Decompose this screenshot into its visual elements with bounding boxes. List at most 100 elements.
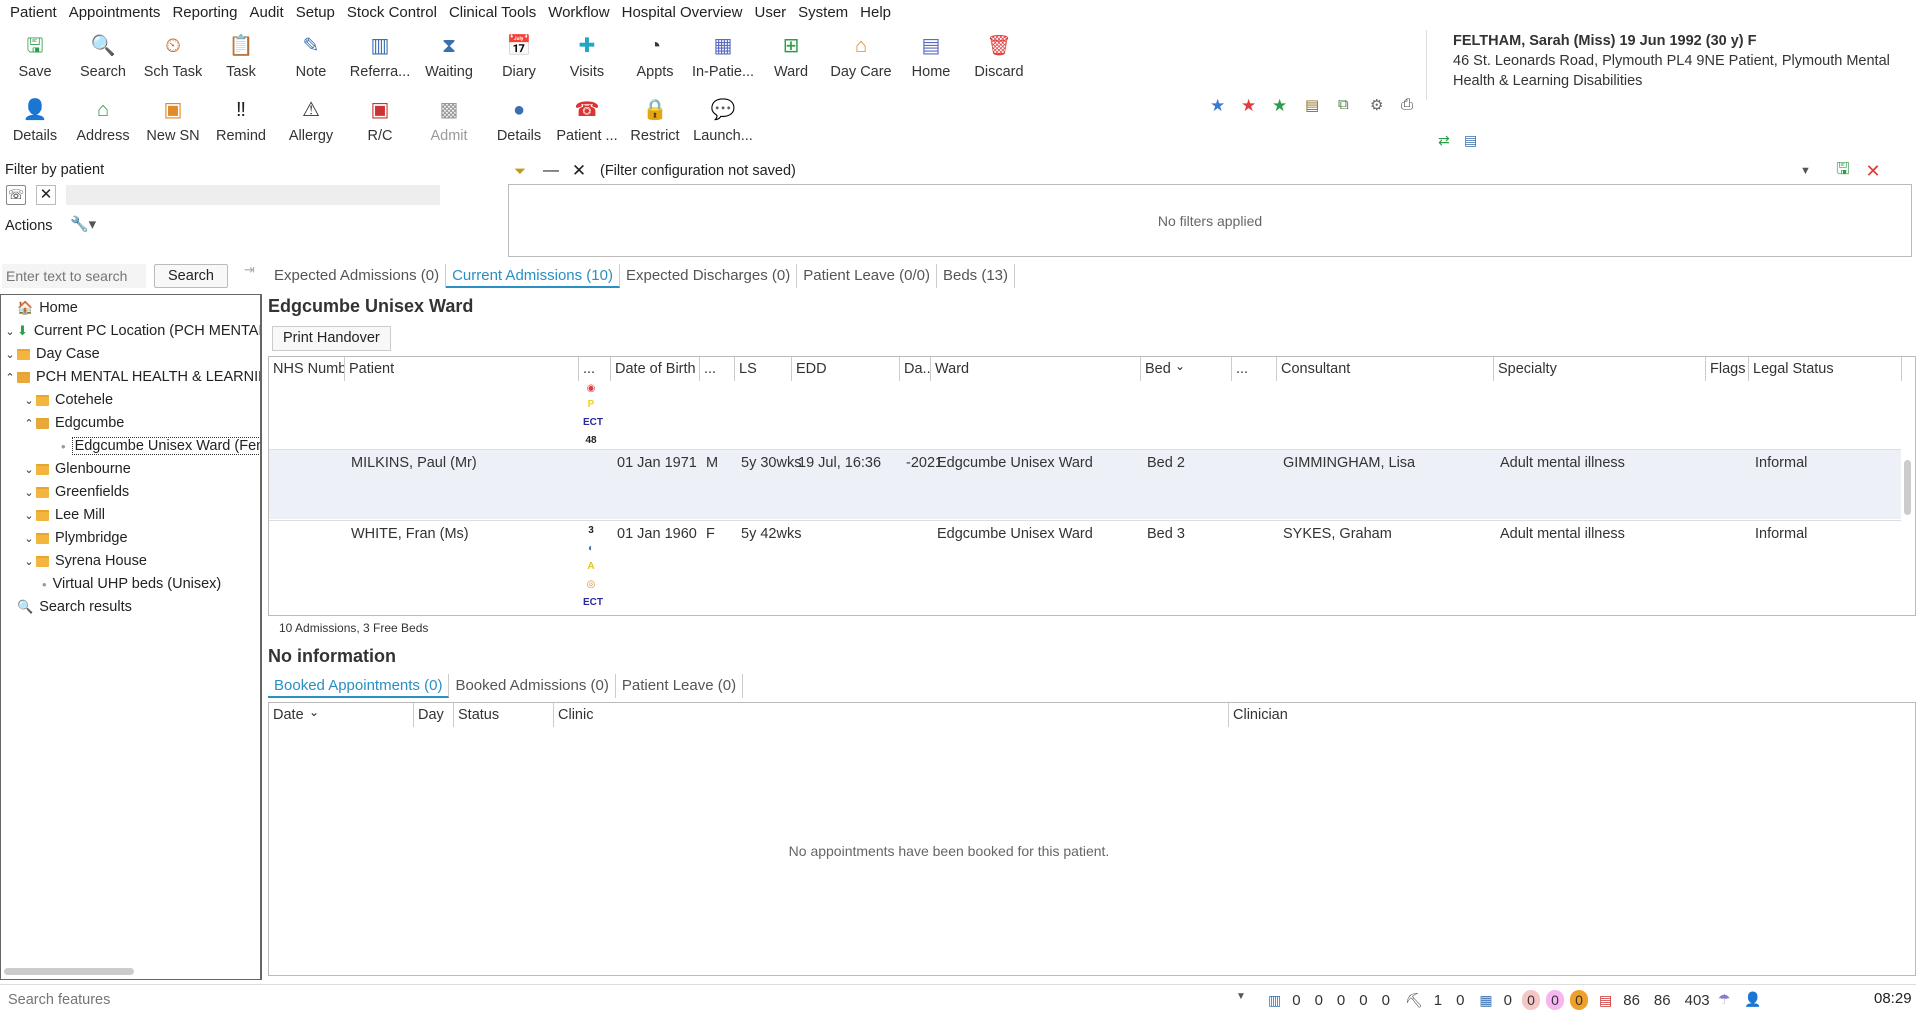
day-care-button[interactable]: ⌂ Day Care bbox=[828, 32, 894, 88]
chevron-down-icon[interactable]: ▼ bbox=[1236, 991, 1246, 1002]
tree-item[interactable]: ⌄ Syrena House bbox=[22, 550, 147, 572]
tree-item[interactable]: 🏠 Home bbox=[3, 297, 78, 319]
menu-hospital-overview[interactable]: Hospital Overview bbox=[616, 4, 749, 21]
tree-item[interactable]: ⌄ Day Case bbox=[3, 343, 99, 365]
chevron-down-icon[interactable]: ⌄ bbox=[3, 325, 17, 338]
tree-item[interactable]: ⌄⬇ Current PC Location (PCH MENTAL HEALTH… bbox=[3, 320, 260, 342]
in-patie-button[interactable]: ▦ In-Patie... bbox=[690, 32, 756, 88]
column-header[interactable]: ... bbox=[700, 357, 735, 381]
column-header[interactable]: Date bbox=[269, 703, 414, 727]
chevron-down-icon[interactable]: ⌄ bbox=[22, 486, 36, 499]
clear-patient-icon[interactable]: ✕ bbox=[36, 185, 56, 205]
chevron-down-icon[interactable]: ⌄ bbox=[22, 555, 36, 568]
chevron-down-icon[interactable]: ⌄ bbox=[22, 394, 36, 407]
chevron-down-icon[interactable]: ▼ bbox=[1800, 165, 1828, 177]
menu-appointments[interactable]: Appointments bbox=[63, 4, 167, 21]
remind-row2-button[interactable]: ‼ Remind bbox=[208, 96, 274, 152]
menu-stock-control[interactable]: Stock Control bbox=[341, 4, 443, 21]
diary-button[interactable]: 📅 Diary bbox=[486, 32, 552, 88]
tab-booked-admissions[interactable]: Booked Admissions (0) bbox=[449, 674, 616, 698]
note-button[interactable]: ✎ Note bbox=[278, 32, 344, 88]
chevron-down-icon[interactable]: ⌄ bbox=[22, 463, 36, 476]
copy-icon[interactable]: ⧉ bbox=[1338, 96, 1349, 113]
weather-icon[interactable]: ☂ bbox=[1718, 991, 1731, 1008]
chevron-down-icon[interactable]: ⌄ bbox=[22, 509, 36, 522]
chevron-up-icon[interactable]: ⌃ bbox=[3, 371, 17, 384]
column-header[interactable]: Bed bbox=[1141, 357, 1232, 381]
tree-item[interactable]: ⌄ Plymbridge bbox=[22, 527, 127, 549]
tab-expected-admissions[interactable]: Expected Admissions (0) bbox=[268, 264, 447, 288]
save-filter-icon[interactable]: 🖫 bbox=[1828, 158, 1858, 185]
tab-booked-appointments[interactable]: Booked Appointments (0) bbox=[268, 674, 450, 698]
star-blue-icon[interactable]: ★ bbox=[1210, 96, 1225, 116]
details-row2-button[interactable]: ● Details bbox=[486, 96, 552, 152]
menu-patient[interactable]: Patient bbox=[4, 4, 63, 21]
tree-item[interactable]: ⌄ Glenbourne bbox=[22, 458, 130, 480]
r-c-row2-button[interactable]: ▣ R/C bbox=[347, 96, 413, 152]
search-features-input[interactable] bbox=[2, 989, 1250, 1011]
filter-config-text[interactable]: (Filter configuration not saved) bbox=[600, 163, 1800, 179]
tree-item[interactable]: • Virtual UHP beds (Unisex) bbox=[22, 573, 221, 595]
chart-icon[interactable]: ▥ bbox=[1268, 992, 1281, 1009]
tree-item[interactable]: ⌃ Edgcumbe bbox=[22, 412, 124, 434]
column-header[interactable]: Clinician bbox=[1229, 703, 1915, 727]
close-filter-icon[interactable]: ✕ bbox=[566, 161, 592, 181]
tree-item[interactable]: • Edgcumbe Unisex Ward (Female) bbox=[41, 435, 260, 457]
column-header[interactable]: EDD bbox=[792, 357, 900, 381]
column-header[interactable]: Flags bbox=[1706, 357, 1749, 381]
star-green-icon[interactable]: ★ bbox=[1272, 96, 1287, 116]
document-icon[interactable]: ▤ bbox=[1305, 96, 1319, 114]
grid-scrollbar[interactable] bbox=[1904, 460, 1911, 515]
wrench-icon[interactable]: 🔧▾ bbox=[70, 215, 96, 233]
user-icon[interactable]: 👤 bbox=[1744, 991, 1761, 1008]
status-badge[interactable]: 0 bbox=[1522, 990, 1540, 1010]
tree-item[interactable]: ⌄ Greenfields bbox=[22, 481, 129, 503]
tab-beds[interactable]: Beds (13) bbox=[937, 264, 1016, 288]
save-button[interactable]: 🖫 Save bbox=[2, 32, 68, 88]
discard-button[interactable]: 🗑 Discard bbox=[966, 32, 1032, 88]
waiting-button[interactable]: ⧗ Waiting bbox=[416, 32, 482, 88]
column-header[interactable]: Status bbox=[454, 703, 554, 727]
column-header[interactable]: NHS Number bbox=[269, 357, 345, 381]
patient-picker-icon[interactable]: ☏ bbox=[6, 185, 26, 205]
tree-item[interactable]: ⌃ PCH MENTAL HEALTH & LEARNING DISABILITI… bbox=[3, 366, 260, 388]
new-sn-row2-button[interactable]: ▣ New SN bbox=[140, 96, 206, 152]
menu-clinical-tools[interactable]: Clinical Tools bbox=[443, 4, 542, 21]
tab-patient-leave[interactable]: Patient Leave (0/0) bbox=[797, 264, 937, 288]
tree-scrollbar[interactable] bbox=[4, 968, 134, 975]
bed-icon[interactable]: ⛏ bbox=[1405, 992, 1423, 1009]
tree-search-input[interactable] bbox=[2, 264, 146, 288]
menu-setup[interactable]: Setup bbox=[290, 4, 341, 21]
delete-filter-icon[interactable]: ✕ bbox=[1858, 161, 1888, 182]
column-header[interactable]: Day bbox=[414, 703, 454, 727]
minimize-icon[interactable]: — bbox=[536, 162, 566, 180]
menu-reporting[interactable]: Reporting bbox=[166, 4, 243, 21]
column-header[interactable]: Clinic bbox=[554, 703, 1229, 727]
tab-expected-discharges[interactable]: Expected Discharges (0) bbox=[620, 264, 798, 288]
column-header[interactable]: Patient bbox=[345, 357, 579, 381]
sync-icon[interactable]: ⇄ bbox=[1438, 132, 1450, 149]
status-badge[interactable]: 0 bbox=[1546, 990, 1564, 1010]
column-header[interactable]: Specialty bbox=[1494, 357, 1706, 381]
chevron-down-icon[interactable]: ⌄ bbox=[3, 348, 17, 361]
referra-button[interactable]: ▥ Referra... bbox=[347, 32, 413, 88]
funnel-icon[interactable]: ⏷ bbox=[514, 163, 536, 180]
chevron-up-icon[interactable]: ⌃ bbox=[22, 417, 36, 430]
column-header[interactable]: ... bbox=[1232, 357, 1277, 381]
print-handover-button[interactable]: Print Handover bbox=[272, 326, 391, 351]
launch-row2-button[interactable]: 💬 Launch... bbox=[690, 96, 756, 152]
status-badge[interactable]: 0 bbox=[1570, 990, 1588, 1010]
column-header[interactable]: ... bbox=[579, 357, 611, 381]
menu-audit[interactable]: Audit bbox=[243, 4, 289, 21]
home-button[interactable]: ▤ Home bbox=[898, 32, 964, 88]
pin-icon[interactable]: ⇥ bbox=[244, 262, 255, 278]
star-red-icon[interactable]: ★ bbox=[1241, 96, 1256, 116]
tree-search-button[interactable]: Search bbox=[154, 264, 228, 288]
column-header[interactable]: Date of Birth bbox=[611, 357, 700, 381]
appts-button[interactable]: ◔ Appts bbox=[622, 32, 688, 88]
menu-workflow[interactable]: Workflow bbox=[542, 4, 615, 21]
restrict-row2-button[interactable]: 🔒 Restrict bbox=[622, 96, 688, 152]
column-header[interactable]: LS bbox=[735, 357, 792, 381]
sch-task-button[interactable]: ⏲ Sch Task bbox=[140, 32, 206, 88]
chevron-down-icon[interactable]: ⌄ bbox=[22, 532, 36, 545]
